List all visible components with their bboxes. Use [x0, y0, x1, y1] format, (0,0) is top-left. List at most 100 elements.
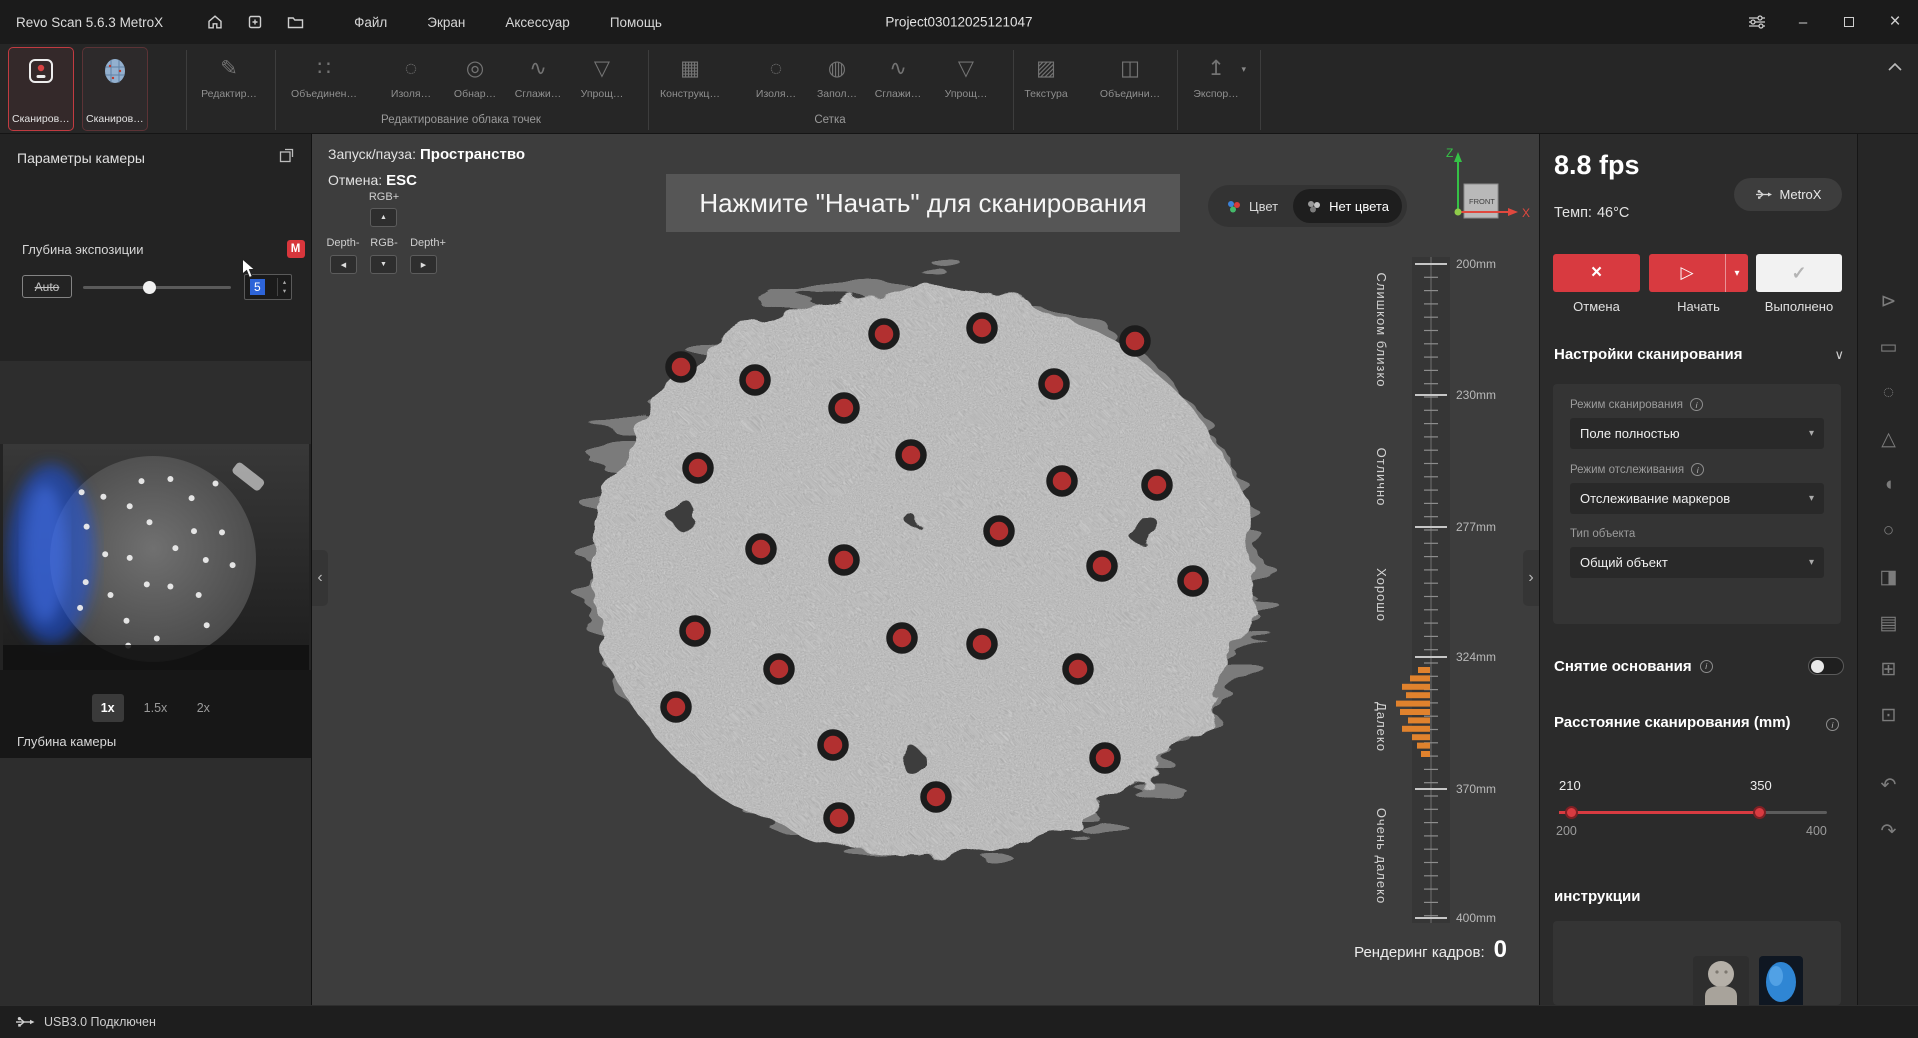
camera-panel-title: Параметры камеры [17, 150, 145, 166]
scan-marker [1123, 329, 1148, 354]
spinner-up-icon[interactable]: ▴ [283, 278, 286, 287]
scan-hole [1128, 517, 1162, 546]
scan-marker [1042, 372, 1067, 397]
rect-select-icon[interactable]: ▭ [1858, 330, 1918, 364]
tool-edit[interactable]: ✎Редактир… [193, 54, 265, 112]
box-select-icon[interactable]: ⊡ [1858, 698, 1918, 732]
instruction-thumbnail-bust[interactable] [1693, 956, 1749, 1005]
tool-export[interactable]: ↥▾Экспор… [1180, 54, 1252, 112]
comment-icon[interactable]: ◖ [1858, 468, 1918, 502]
tool-label: Объедини… [1095, 88, 1165, 100]
scan-viewport[interactable]: Z FRONT X Запуск/пауза:Пространство Отме… [312, 134, 1539, 1005]
device-button[interactable]: MetroX [1734, 178, 1842, 211]
menu-screen[interactable]: Экран [427, 15, 465, 30]
info-icon[interactable]: i [1690, 398, 1703, 411]
app-title: Revo Scan 5.6.3 MetroX [16, 15, 163, 30]
spinner-down-icon[interactable]: ▾ [283, 287, 286, 296]
z-axis-label: Z [1446, 146, 1453, 160]
manual-mode-badge[interactable]: M [287, 240, 305, 258]
scan-marker [1090, 554, 1115, 579]
slider-handle-low[interactable] [1565, 806, 1578, 819]
layers-icon[interactable]: ▤ [1858, 606, 1918, 640]
chevron-down-icon[interactable]: ∨ [1834, 347, 1844, 363]
tool-label: Объединен… [289, 88, 359, 100]
tool-label: Сглажи… [503, 88, 573, 100]
plane-cut-icon[interactable]: ◨ [1858, 560, 1918, 594]
point-cloud-scene: Z FRONT X [312, 134, 1539, 1005]
start-scan-button[interactable]: ▷ ▾ [1649, 254, 1748, 292]
construct-mesh-icon: ▦ [654, 54, 726, 84]
info-icon[interactable]: i [1700, 660, 1713, 673]
redo-icon[interactable]: ↷ [1858, 814, 1918, 848]
gauge-distance-label: 200mm [1456, 257, 1496, 271]
distance-range-slider[interactable] [1559, 805, 1827, 820]
gray-dots-icon [1306, 199, 1322, 214]
menu-accessory[interactable]: Аксессуар [505, 15, 569, 30]
slider-handle[interactable] [143, 281, 156, 294]
maximize-button[interactable] [1826, 0, 1872, 44]
scan-mode-dropdown[interactable]: Поле полностью ▾ [1570, 418, 1824, 449]
info-icon[interactable]: i [1691, 463, 1704, 476]
color-mode-option-no-color[interactable]: Нет цвета [1293, 189, 1402, 223]
slider-handle-high[interactable] [1753, 806, 1766, 819]
tool-detect[interactable]: ◎Обнар… [439, 54, 511, 112]
collapse-right-panel[interactable]: › [1523, 550, 1539, 606]
zoom-1-5x[interactable]: 1.5x [138, 694, 174, 722]
new-project-icon[interactable] [247, 14, 263, 30]
tool-merge[interactable]: ◫Объедини… [1094, 54, 1166, 112]
usb-icon [15, 1016, 35, 1028]
distance-gauge [1396, 257, 1450, 923]
collapse-left-panel[interactable]: ‹ [312, 550, 328, 606]
depth-plus-button[interactable]: ▶ [410, 255, 437, 274]
close-button[interactable]: × [1872, 0, 1918, 44]
lasso-select-icon[interactable]: ◌ [1858, 376, 1918, 410]
tool-isolate-point-cloud[interactable]: ◌Изоля… [375, 54, 447, 112]
depth-minus-button[interactable]: ◀ [330, 255, 357, 274]
tune-settings-icon[interactable] [1734, 0, 1780, 44]
zoom-1x[interactable]: 1x [92, 694, 124, 722]
tracking-mode-dropdown[interactable]: Отслеживание маркеров ▾ [1570, 483, 1824, 514]
done-button[interactable]: ✓ [1756, 254, 1842, 292]
instruction-thumbnail-face[interactable] [1759, 956, 1803, 1005]
auto-exposure-button[interactable]: Auto [22, 275, 72, 298]
open-folder-icon[interactable] [287, 15, 304, 30]
rgb-plus-label: RGB+ [362, 191, 406, 203]
base-removal-toggle[interactable] [1808, 657, 1844, 675]
tool-simplify-mesh[interactable]: ▽Упрощ… [930, 54, 1002, 112]
info-icon[interactable]: i [1826, 718, 1839, 731]
object-type-dropdown[interactable]: Общий объект ▾ [1570, 547, 1824, 578]
tool-label: Экспор… [1181, 88, 1251, 100]
select-cursor-icon[interactable]: ⊳ [1858, 284, 1918, 318]
home-icon[interactable] [207, 14, 223, 30]
menu-file[interactable]: Файл [354, 15, 387, 30]
zoom-2x[interactable]: 2x [187, 694, 219, 722]
merge-point-cloud-icon: ∷ [288, 54, 360, 84]
exposure-value-input[interactable]: 5 ▴ ▾ [244, 274, 292, 300]
minimize-button[interactable]: – [1780, 0, 1826, 44]
menu-help[interactable]: Помощь [610, 15, 662, 30]
tool-texture[interactable]: ▨Текстура [1010, 54, 1082, 112]
tool-smooth-point-cloud[interactable]: ∿Сглажи… [502, 54, 574, 112]
tool-smooth-mesh[interactable]: ∿Сглажи… [862, 54, 934, 112]
tool-simplify-point-cloud[interactable]: ▽Упрощ… [566, 54, 638, 112]
scan-mode-face-button[interactable]: Сканирова… [82, 47, 148, 131]
usb-status: USB3.0 Подключен [44, 1015, 156, 1029]
orientation-gizmo[interactable]: Z FRONT X [1446, 146, 1530, 220]
tool-merge-point-cloud[interactable]: ∷ Объединен… [288, 54, 360, 112]
start-dropdown[interactable]: ▾ [1725, 254, 1748, 292]
popout-icon[interactable] [279, 148, 294, 168]
grid-icon[interactable]: ⊞ [1858, 652, 1918, 686]
tool-construct-mesh[interactable]: ▦Конструкц… [654, 54, 726, 112]
color-mode-option-color[interactable]: Цвет [1213, 189, 1291, 223]
scan-marker [743, 368, 768, 393]
scan-mode-marker-button[interactable]: Сканирова… [8, 47, 74, 131]
rgb-minus-button[interactable]: ▼ [370, 255, 397, 274]
scan-marker [669, 355, 694, 380]
ellipse-select-icon[interactable]: ○ [1858, 514, 1918, 548]
ribbon-collapse-icon[interactable] [1888, 58, 1902, 76]
polygon-select-icon[interactable]: △ [1858, 422, 1918, 456]
exposure-slider[interactable] [83, 274, 231, 300]
undo-icon[interactable]: ↶ [1858, 768, 1918, 802]
rgb-plus-button[interactable]: ▲ [370, 208, 397, 227]
cancel-scan-button[interactable]: × [1553, 254, 1640, 292]
